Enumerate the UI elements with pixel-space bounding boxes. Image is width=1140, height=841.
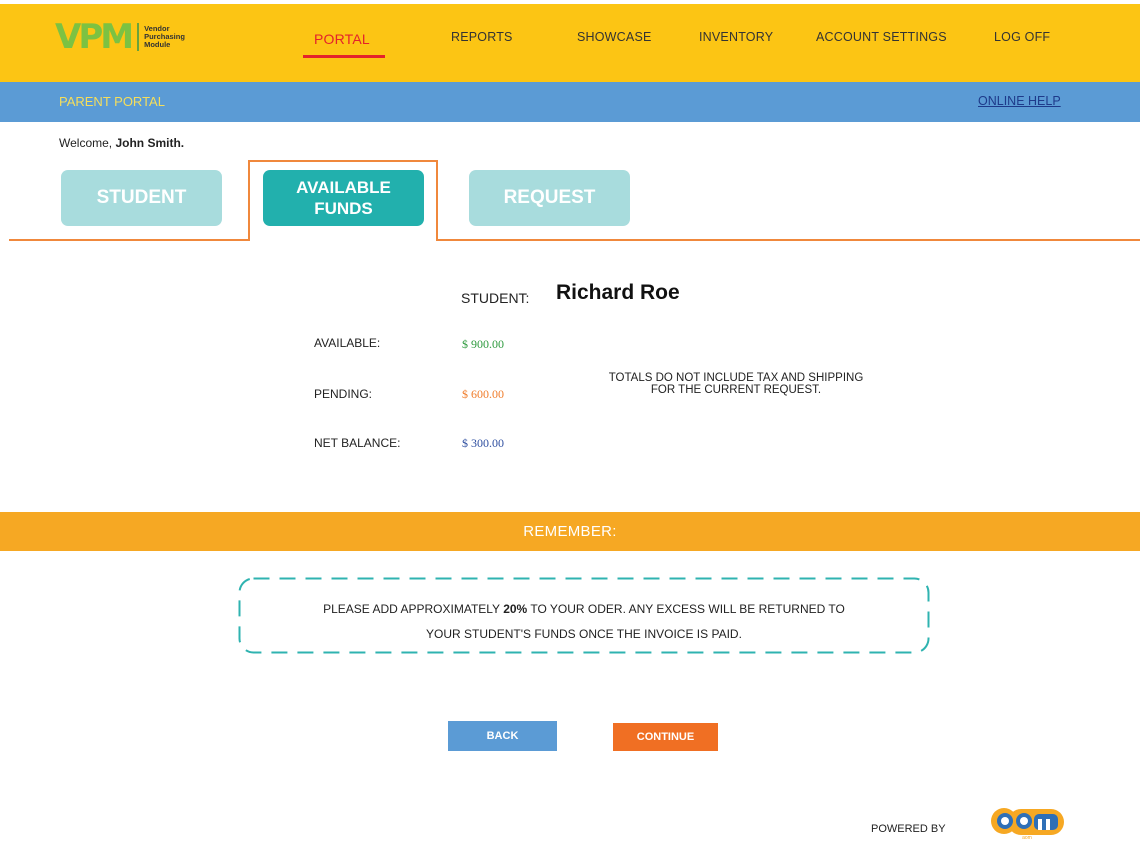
online-help-link[interactable]: ONLINE HELP <box>978 94 1061 108</box>
pending-label: PENDING: <box>314 387 373 401</box>
vpm-logo[interactable]: VPM Vendor Purchasing Module <box>55 20 194 54</box>
tab-baseline-right <box>437 239 1140 241</box>
nav-log-off[interactable]: LOG OFF <box>994 30 1050 44</box>
aom-logo: aom <box>988 806 1066 841</box>
student-name: Richard Roe <box>556 281 680 304</box>
net-balance-label: NET BALANCE: <box>314 436 401 450</box>
logo-mark: VPM <box>55 17 134 57</box>
tab-request[interactable]: REQUEST <box>469 170 630 226</box>
nav-portal[interactable]: PORTAL <box>314 31 370 47</box>
student-label: STUDENT: <box>461 290 530 306</box>
pending-value: $ 600.00 <box>462 387 504 401</box>
remember-line2: YOUR STUDENT'S FUNDS ONCE THE INVOICE IS… <box>426 627 742 641</box>
subheader-bar <box>0 82 1140 122</box>
remember-percent: 20% <box>503 602 528 616</box>
svg-text:aom: aom <box>1022 835 1032 840</box>
back-button[interactable]: BACK <box>448 721 557 751</box>
nav-reports[interactable]: REPORTS <box>451 30 513 44</box>
nav-showcase[interactable]: SHOWCASE <box>577 30 652 44</box>
welcome-prefix: Welcome, <box>59 136 116 150</box>
remember-title: REMEMBER: <box>523 523 617 540</box>
nav-inventory[interactable]: INVENTORY <box>699 30 773 44</box>
page-section-title: PARENT PORTAL <box>59 94 165 109</box>
remember-notice-box: PLEASE ADD APPROXIMATELY 20% TO YOUR ODE… <box>238 577 930 654</box>
remember-bar: REMEMBER: <box>0 512 1140 551</box>
continue-button[interactable]: CONTINUE <box>613 723 718 751</box>
available-label: AVAILABLE: <box>314 336 381 350</box>
nav-account-settings[interactable]: ACCOUNT SETTINGS <box>816 30 947 44</box>
nav-active-underline <box>303 55 385 58</box>
tab-available-funds[interactable]: AVAILABLE FUNDS <box>263 170 424 226</box>
totals-note: TOTALS DO NOT INCLUDE TAX AND SHIPPING F… <box>608 372 864 396</box>
logo-text: Vendor Purchasing Module <box>144 24 185 49</box>
remember-message: PLEASE ADD APPROXIMATELY 20% TO YOUR ODE… <box>238 597 930 647</box>
logo-divider <box>137 23 140 51</box>
remember-line1-c: TO YOUR ODER. ANY EXCESS WILL BE RETURNE… <box>527 602 845 616</box>
tab-baseline-left <box>9 239 249 241</box>
powered-by-label: POWERED BY <box>871 823 946 835</box>
remember-line1-a: PLEASE ADD APPROXIMATELY <box>323 602 504 616</box>
net-balance-value: $ 300.00 <box>462 436 504 450</box>
tab-student[interactable]: STUDENT <box>61 170 222 226</box>
welcome-message: Welcome, John Smith. <box>59 136 184 150</box>
tab-available-funds-label: AVAILABLE FUNDS <box>296 178 391 218</box>
available-value: $ 900.00 <box>462 337 504 351</box>
welcome-user-name: John Smith. <box>115 136 185 150</box>
